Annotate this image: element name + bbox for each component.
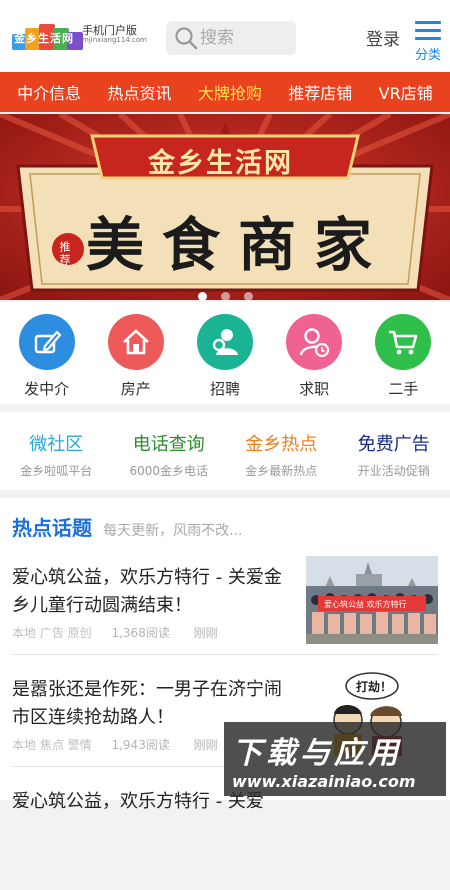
- watermark-overlay: 下载与应用 www.xiazainiao.com: [224, 722, 446, 796]
- thumbnail-bubble-text: 打劫！: [356, 680, 393, 694]
- logo-bags-icon: 金乡生活网: [12, 20, 83, 50]
- section-subtitle: 每天更新，风雨不改...: [103, 523, 243, 539]
- search-input[interactable]: [200, 25, 290, 51]
- article-thumbnail: 爱心筑公益 欢乐方特行: [306, 556, 438, 644]
- service-subtitle: 金乡啦呱平台: [20, 464, 93, 478]
- section-title: 热点话题: [12, 516, 92, 540]
- service-community[interactable]: 微社区 金乡啦呱平台: [0, 412, 112, 490]
- category-label: 发中介: [24, 380, 70, 398]
- top-nav: 中介信息 热点资讯 大牌抢购 推荐店铺 VR店铺: [0, 72, 450, 112]
- logo-brand: 金乡生活网: [14, 32, 74, 45]
- article-item[interactable]: 爱心筑公益，欢乐方特行 - 关爱金乡儿童行动圆满结束！ 本地 广告 原创 1,3…: [0, 556, 450, 666]
- category-real-estate[interactable]: 房产: [96, 302, 176, 404]
- category-post-agency[interactable]: 发中介: [7, 302, 87, 404]
- article-reads: 1,943阅读: [111, 738, 170, 752]
- nav-item-brand-deals[interactable]: 大牌抢购: [198, 80, 262, 104]
- category-label: 二手: [388, 380, 419, 398]
- article-tags: 本地 广告 原创: [12, 626, 92, 640]
- recruit-icon: [196, 314, 253, 370]
- promo-banner[interactable]: 金乡生活网 推荐 美食商家: [0, 114, 450, 300]
- nav-item-hot-news[interactable]: 热点资讯: [108, 80, 172, 104]
- slide-dot[interactable]: [243, 292, 253, 301]
- category-label: 求职: [299, 380, 330, 398]
- service-subtitle: 金乡最新热点: [245, 464, 318, 478]
- divider: [12, 654, 438, 655]
- watermark-title: 下载与应用: [232, 736, 402, 771]
- service-phone-lookup[interactable]: 电话查询 6000金乡电话: [113, 412, 225, 490]
- category-second-hand[interactable]: 二手: [363, 302, 443, 404]
- article-item[interactable]: 爱心筑公益，欢乐方特行 - 关爱: [0, 780, 450, 890]
- job-seek-icon: [286, 314, 343, 370]
- category-label: 招聘: [209, 380, 240, 398]
- service-title: 电话查询: [132, 434, 205, 455]
- service-hot-spots[interactable]: 金乡热点 金乡最新热点: [225, 412, 337, 490]
- section-header: 热点话题 每天更新，风雨不改...: [12, 512, 242, 541]
- article-meta: 本地 广告 原创 1,368阅读 刚刚: [12, 624, 218, 641]
- article-tags: 本地 焦点 警情: [12, 738, 92, 752]
- service-title: 金乡热点: [245, 434, 318, 455]
- nav-item-agency[interactable]: 中介信息: [17, 80, 81, 104]
- service-links: 微社区 金乡啦呱平台 电话查询 6000金乡电话 金乡热点 金乡最新热点 免费广…: [0, 412, 450, 490]
- service-subtitle: 6000金乡电话: [129, 464, 209, 478]
- article-time: 刚刚: [193, 626, 218, 640]
- thumbnail-banner-text: 爱心筑公益 欢乐方特行: [324, 600, 407, 609]
- login-link[interactable]: 登录: [366, 25, 400, 50]
- site-logo[interactable]: 金乡生活网 手机门户版 mjinxiang114.com: [12, 18, 147, 54]
- house-icon: [107, 314, 164, 370]
- slide-dot[interactable]: [197, 292, 207, 301]
- category-label: 房产: [120, 380, 151, 398]
- logo-domain: mjinxiang114.com: [82, 36, 147, 44]
- nav-item-recommended-shops[interactable]: 推荐店铺: [288, 80, 352, 104]
- search-box[interactable]: [166, 21, 296, 55]
- category-job-seek[interactable]: 求职: [274, 302, 354, 404]
- category-grid: 发中介 房产 招聘 求职 二手: [0, 302, 450, 404]
- banner-badge: 推荐: [58, 241, 71, 267]
- menu-icon: [410, 21, 446, 40]
- watermark-url: www.xiazainiao.com: [232, 772, 416, 791]
- article-meta: 本地 焦点 警情 1,943阅读 刚刚: [12, 736, 218, 753]
- service-title: 微社区: [29, 434, 84, 455]
- banner-site-name: 金乡生活网: [148, 148, 293, 179]
- service-free-ads[interactable]: 免费广告 开业活动促销: [338, 412, 450, 490]
- search-icon: [175, 27, 198, 50]
- service-title: 免费广告: [357, 434, 430, 455]
- category-recruit[interactable]: 招聘: [185, 302, 265, 404]
- header: 金乡生活网 手机门户版 mjinxiang114.com 登录 分类: [0, 0, 450, 72]
- article-time: 刚刚: [193, 738, 218, 752]
- category-menu-button[interactable]: 分类: [410, 18, 446, 63]
- menu-label: 分类: [414, 48, 441, 63]
- edit-icon: [18, 314, 75, 370]
- cart-icon: [375, 314, 432, 370]
- service-subtitle: 开业活动促销: [357, 464, 430, 478]
- nav-item-vr-shops[interactable]: VR店铺: [379, 80, 433, 104]
- article-title: 爱心筑公益，欢乐方特行 - 关爱金乡儿童行动圆满结束！: [12, 567, 282, 616]
- article-reads: 1,368阅读: [111, 626, 170, 640]
- banner-headline: 美食商家: [86, 211, 391, 279]
- slide-dot[interactable]: [220, 292, 230, 301]
